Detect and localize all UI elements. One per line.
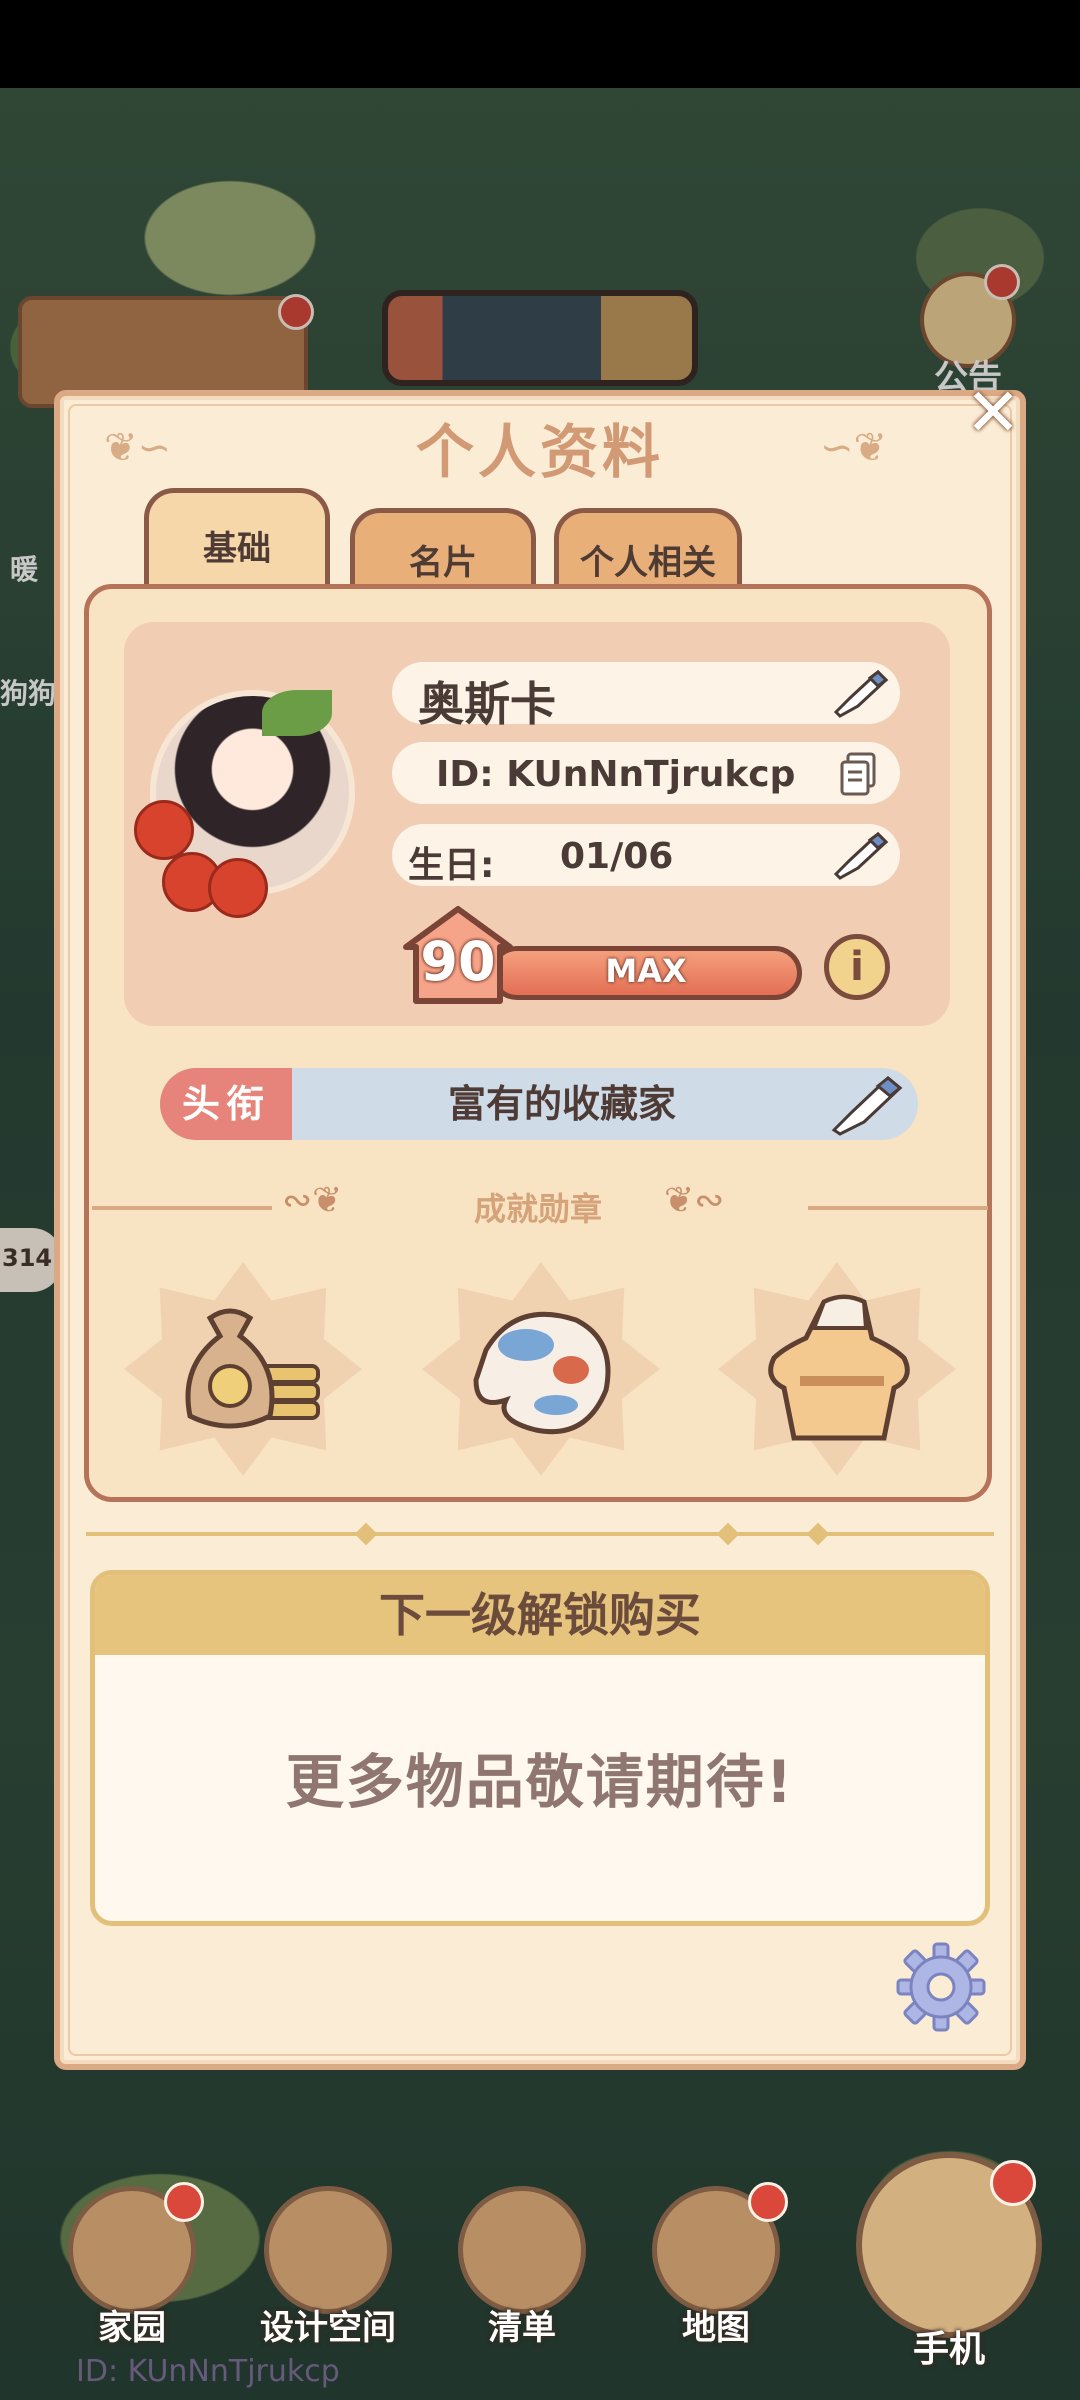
next-level-unlock-box: 下一级解锁购买 更多物品敬请期待!: [90, 1570, 990, 1926]
nav-phone-label: 手机: [912, 2329, 985, 2370]
title-tag: 头衔: [160, 1068, 292, 1140]
player-name: 奥斯卡: [418, 677, 556, 731]
id-field: ID: KUnNnTjrukcp: [392, 742, 900, 804]
coin-bag-icon: [185, 1308, 320, 1429]
koi-fish-medal-icon[interactable]: [422, 1262, 660, 1476]
birthday-value: 01/06: [560, 836, 674, 877]
section-divider: [86, 1532, 994, 1536]
dress-medal-icon[interactable]: [718, 1262, 956, 1476]
nav-design-label: 设计空间: [260, 2308, 396, 2348]
avatar-leaf-decoration: [262, 690, 332, 736]
koi-fish-icon: [473, 1311, 611, 1435]
notification-dot: [748, 2182, 788, 2222]
nav-checklist-label: 清单: [488, 2308, 556, 2348]
birthday-label: 生日:: [408, 845, 495, 886]
edit-name-pen-icon[interactable]: [830, 668, 890, 718]
coin-bag-medal-icon[interactable]: [124, 1262, 362, 1476]
checklist-icon: [458, 2186, 586, 2314]
unlock-message: 更多物品敬请期待!: [285, 1748, 795, 1816]
nav-map-label: 地图: [682, 2308, 750, 2348]
info-icon[interactable]: i: [824, 934, 890, 1000]
dress-icon: [768, 1294, 910, 1441]
tomato-decoration: [134, 800, 194, 860]
achievements-label: 成就勋章: [473, 1190, 602, 1228]
nav-map[interactable]: 地图: [646, 2182, 788, 2348]
nav-home[interactable]: 家园: [62, 2182, 204, 2348]
tomato-decoration: [208, 858, 268, 918]
gear-icon[interactable]: [896, 1942, 986, 2032]
notification-dot: [990, 2160, 1036, 2206]
nav-checklist[interactable]: 清单: [452, 2186, 592, 2348]
status-bar: [0, 0, 1080, 88]
footer-id-watermark: ID: KUnNnTjrukcp: [76, 2354, 340, 2389]
level-status: MAX: [605, 952, 687, 990]
player-title-bar: 头衔 富有的收藏家: [160, 1068, 918, 1140]
name-field: 奥斯卡: [392, 662, 900, 731]
edit-title-pen-icon[interactable]: [826, 1072, 906, 1136]
nav-home-label: 家园: [98, 2308, 166, 2348]
player-id: ID: KUnNnTjrukcp: [436, 754, 796, 795]
unlock-heading: 下一级解锁购买: [95, 1575, 985, 1655]
tab-basic[interactable]: 基础: [144, 488, 330, 590]
notification-dot: [164, 2182, 204, 2222]
copy-icon[interactable]: [840, 752, 878, 796]
player-title-value: 富有的收藏家: [447, 1082, 676, 1126]
nav-phone[interactable]: 手机: [856, 2152, 1046, 2370]
modal-title: 个人资料: [415, 418, 664, 486]
nav-design-space[interactable]: 设计空间: [258, 2186, 398, 2348]
ruler-icon: [264, 2186, 392, 2314]
edit-birthday-pen-icon[interactable]: [830, 830, 890, 880]
birthday-field: 生日: 01/06: [392, 824, 900, 886]
